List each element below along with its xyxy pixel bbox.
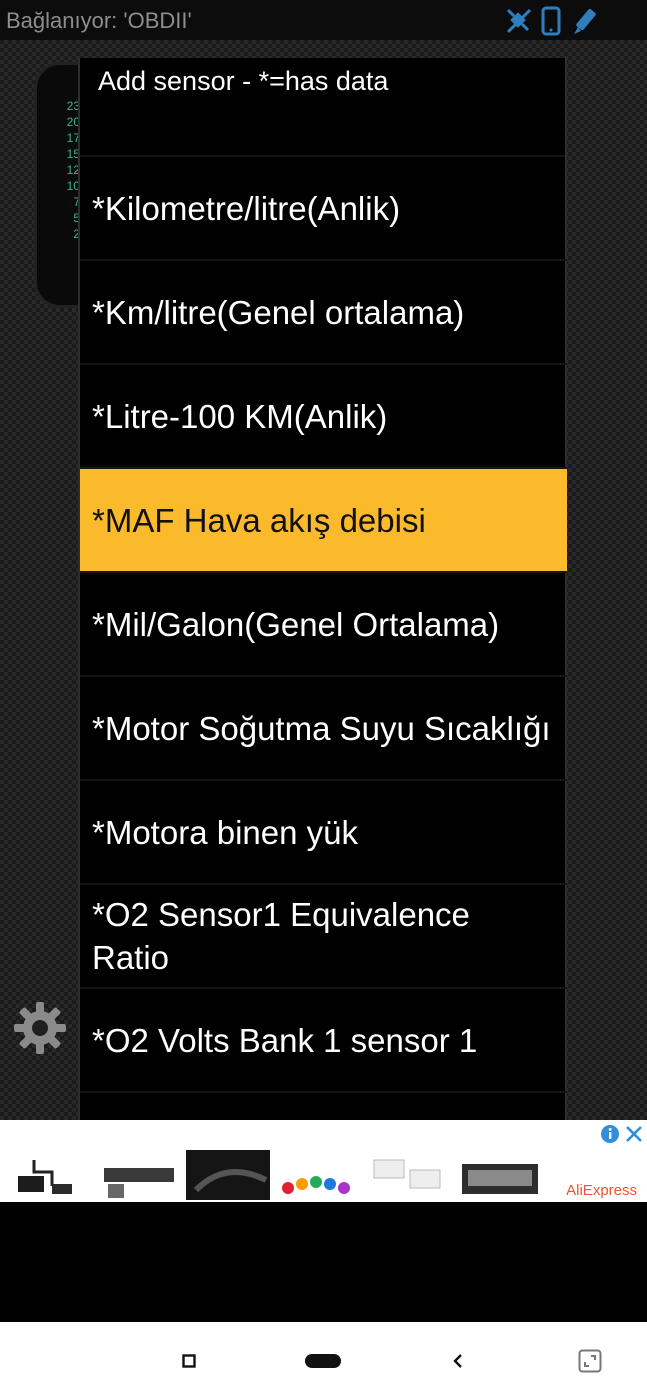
- gauge-tick: 12: [66, 163, 80, 177]
- gauge-tick: 5: [73, 211, 80, 225]
- gauge-tick: 2: [73, 227, 80, 241]
- phone-icon: [540, 6, 562, 41]
- gauge-tick: 17: [66, 131, 80, 145]
- sensor-list-item[interactable]: *Km/litre(Genel ortalama): [80, 261, 567, 365]
- sensor-list-item[interactable]: *MAF Hava akış debisi: [80, 469, 567, 573]
- add-sensor-dialog: Add sensor - *=has data *Kilometre/litre…: [78, 58, 567, 1148]
- ad-banner[interactable]: AliExpress: [0, 1120, 647, 1202]
- connection-status-text: Bağlanıyor: 'OBDII': [6, 8, 192, 33]
- status-bar: Bağlanıyor: 'OBDII': [0, 0, 647, 40]
- ad-product-image[interactable]: [4, 1150, 84, 1200]
- ad-product-image[interactable]: [276, 1150, 360, 1200]
- ad-product-image[interactable]: [458, 1150, 542, 1200]
- ad-brand-label[interactable]: AliExpress: [566, 1182, 637, 1199]
- dialog-title: Add sensor - *=has data: [98, 66, 389, 96]
- sensor-list-item[interactable]: *Kilometre/litre(Anlik): [80, 157, 567, 261]
- sensor-list-item[interactable]: *Motor Soğutma Suyu Sıcaklığı: [80, 677, 567, 781]
- system-nav-bar: [0, 1322, 647, 1400]
- screenshot-frame-icon[interactable]: [578, 1349, 602, 1378]
- gear-icon[interactable]: [12, 1000, 68, 1056]
- sensor-list-item[interactable]: *O2 Sensor1 Equivalence Ratio: [80, 885, 567, 989]
- gauge-tick: 7: [73, 195, 80, 209]
- gauge-tick: 23: [66, 99, 80, 113]
- sensor-list-item[interactable]: *O2 Volts Bank 1 sensor 1: [80, 989, 567, 1093]
- sensor-list-item[interactable]: *Litre-100 KM(Anlik): [80, 365, 567, 469]
- satellite-off-icon: [504, 6, 534, 41]
- ad-product-image[interactable]: [366, 1150, 452, 1200]
- home-pill-icon[interactable]: [305, 1354, 341, 1373]
- recents-square-icon[interactable]: [182, 1354, 196, 1373]
- gauge-tick-labels: 23 20 17 15 12 10 7 5 2: [60, 98, 80, 242]
- ad-product-image[interactable]: [186, 1150, 270, 1200]
- ad-product-image[interactable]: [94, 1150, 178, 1200]
- gauge-tick: 15: [66, 147, 80, 161]
- ad-info-icon[interactable]: [600, 1124, 620, 1149]
- sensor-list-item[interactable]: *Mil/Galon(Genel Ortalama): [80, 573, 567, 677]
- sensor-list[interactable]: *Kilometre/litre(Anlik) *Km/litre(Genel o…: [80, 157, 567, 1093]
- bluetooth-pen-icon: [570, 6, 600, 41]
- gauge-tick: 20: [66, 115, 80, 129]
- sensor-list-item[interactable]: *Motora binen yük: [80, 781, 567, 885]
- gauge-tick: 10: [66, 179, 80, 193]
- back-chevron-icon[interactable]: [452, 1353, 464, 1374]
- ad-close-icon[interactable]: [624, 1124, 644, 1149]
